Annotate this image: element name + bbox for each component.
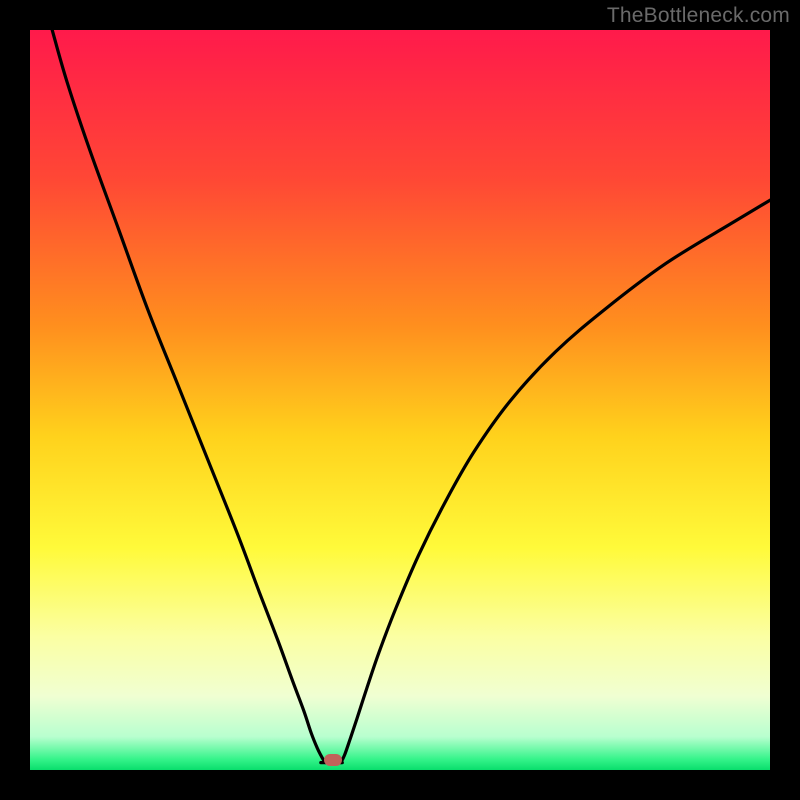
plot-area: [30, 30, 770, 770]
bottleneck-curve-right: [341, 200, 770, 762]
bottleneck-curve-left: [52, 30, 326, 763]
optimal-point-marker: [324, 754, 342, 766]
chart-frame: TheBottleneck.com: [0, 0, 800, 800]
curve-layer: [30, 30, 770, 770]
watermark-text: TheBottleneck.com: [607, 4, 790, 28]
